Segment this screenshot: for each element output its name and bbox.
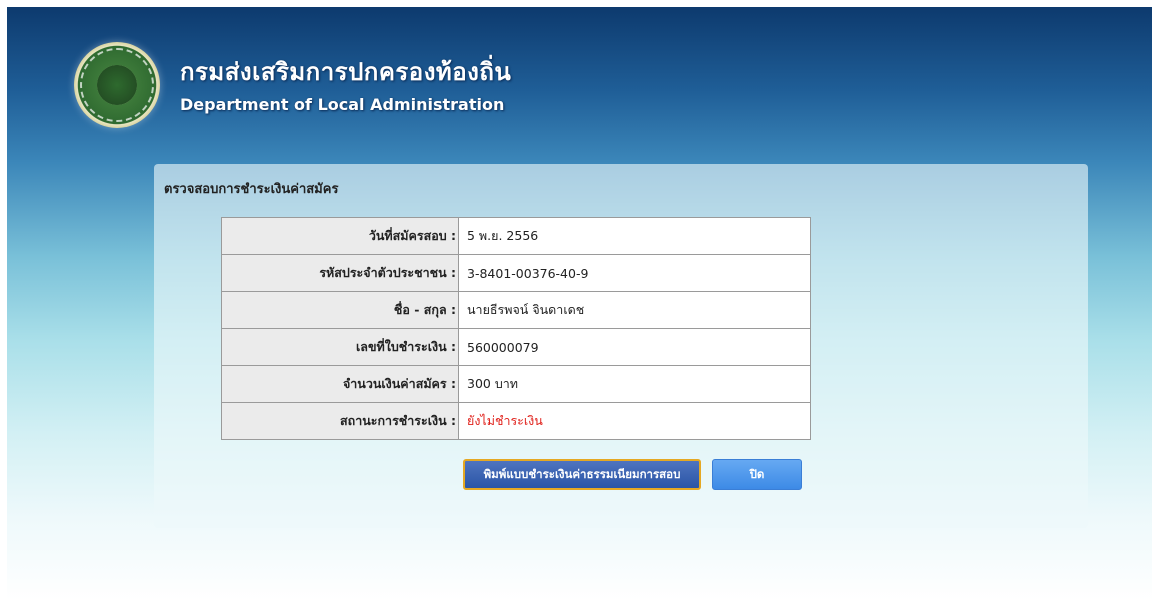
table-row: รหัสประจำตัวประชาชน : 3-8401-00376-40-9 xyxy=(221,254,811,292)
header-title-english: Department of Local Administration xyxy=(180,95,505,114)
table-row: สถานะการชำระเงิน : ยังไม่ชำระเงิน xyxy=(221,402,811,440)
table-row: ชื่อ - สกุล : นายธีรพจน์ จินดาเดช xyxy=(221,291,811,329)
full-name-label: ชื่อ - สกุล : xyxy=(221,291,459,329)
payment-details-table: วันที่สมัครสอบ : 5 พ.ย. 2556 รหัสประจำตั… xyxy=(221,217,811,440)
close-button[interactable]: ปิด xyxy=(712,459,802,490)
panel-title: ตรวจสอบการชำระเงินค่าสมัคร xyxy=(164,182,339,197)
exam-date-value: 5 พ.ย. 2556 xyxy=(458,217,811,255)
table-row: เลขที่ใบชำระเงิน : 560000079 xyxy=(221,328,811,366)
payment-check-panel: ตรวจสอบการชำระเงินค่าสมัคร วันที่สมัครสอ… xyxy=(154,164,1088,528)
print-payment-form-button[interactable]: พิมพ์แบบชำระเงินค่าธรรมเนียมการสอบ xyxy=(463,459,701,490)
citizen-id-value: 3-8401-00376-40-9 xyxy=(458,254,811,292)
seal-emblem xyxy=(97,65,137,105)
header-title-thai: กรมส่งเสริมการปกครองท้องถิ่น xyxy=(180,57,512,86)
application-fee-label: จำนวนเงินค่าสมัคร : xyxy=(221,365,459,403)
application-fee-value: 300 บาท xyxy=(458,365,811,403)
department-seal-icon xyxy=(74,42,160,128)
payment-slip-number-value: 560000079 xyxy=(458,328,811,366)
full-name-value: นายธีรพจน์ จินดาเดช xyxy=(458,291,811,329)
payment-slip-number-label: เลขที่ใบชำระเงิน : xyxy=(221,328,459,366)
exam-date-label: วันที่สมัครสอบ : xyxy=(221,217,459,255)
table-row: วันที่สมัครสอบ : 5 พ.ย. 2556 xyxy=(221,217,811,255)
table-row: จำนวนเงินค่าสมัคร : 300 บาท xyxy=(221,365,811,403)
citizen-id-label: รหัสประจำตัวประชาชน : xyxy=(221,254,459,292)
payment-status-label: สถานะการชำระเงิน : xyxy=(221,402,459,440)
payment-status-value: ยังไม่ชำระเงิน xyxy=(458,402,811,440)
